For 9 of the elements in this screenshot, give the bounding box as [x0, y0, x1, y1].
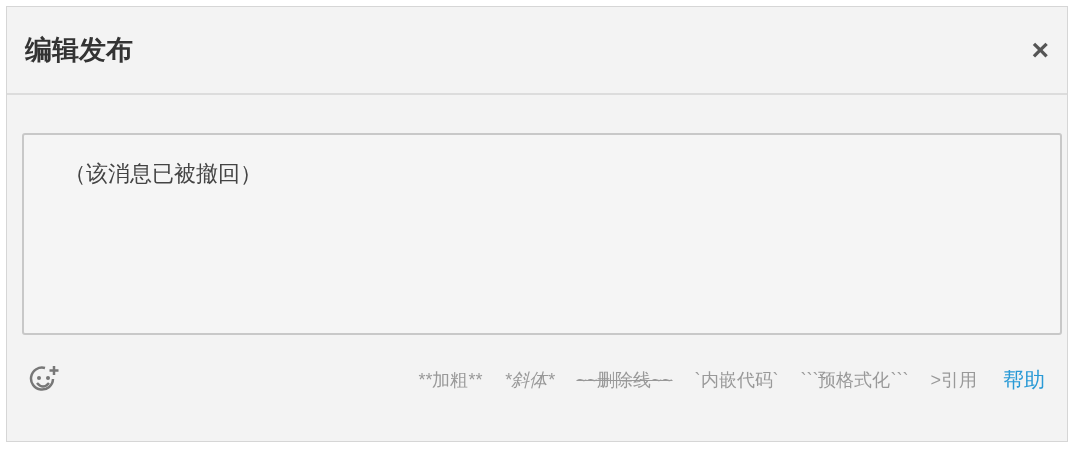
- format-hint: **加粗**: [418, 368, 483, 392]
- dialog-title: 编辑发布: [25, 33, 133, 67]
- message-input[interactable]: （该消息已被撤回）: [22, 133, 1062, 335]
- format-hint: `内嵌代码`: [694, 368, 779, 392]
- format-hint: ~~删除线~~: [576, 368, 673, 392]
- close-button[interactable]: ×: [1031, 35, 1049, 65]
- format-hint: >引用: [930, 368, 977, 392]
- format-hint: ```预格式化```: [800, 368, 909, 392]
- format-hint: *斜体*: [504, 368, 555, 392]
